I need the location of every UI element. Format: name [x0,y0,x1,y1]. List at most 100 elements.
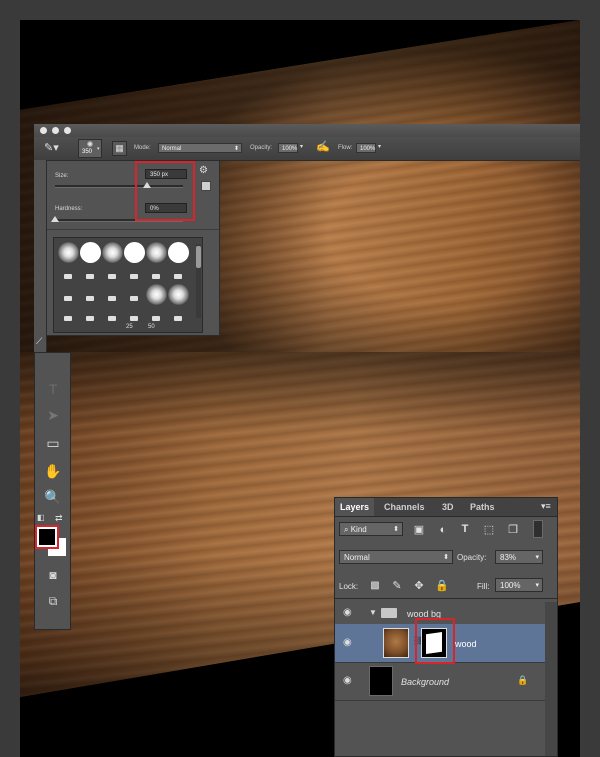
shape-filter-icon[interactable]: ⬚ [483,524,495,536]
opacity-value: 100% [282,146,298,152]
flow-field[interactable]: 100% [356,143,376,153]
blend-mode-value: Normal [344,553,370,562]
brush-preset-tip[interactable] [58,288,79,309]
visibility-eye-icon[interactable]: ◉ [343,676,355,686]
dropdown-arrows-icon: ⬍ [393,526,399,533]
opacity-field[interactable]: 100% [278,143,298,153]
brush-preset-soft-round[interactable] [168,284,189,305]
hardness-slider-thumb[interactable] [51,216,59,222]
lock-position-icon[interactable]: ✥ [413,580,425,592]
tab-layers[interactable]: Layers [335,498,375,516]
zoom-window-button[interactable] [64,127,71,134]
gear-icon[interactable]: ⚙ [199,165,208,176]
lock-all-icon[interactable]: 🔒 [435,580,449,592]
layer-row-wood[interactable]: ◉ ⛓ wood [335,618,545,664]
flow-slider-button[interactable]: ▾ [378,143,381,150]
adjustment-filter-icon[interactable]: ◐ [437,524,449,536]
zoom-tool-icon[interactable]: 🔍 [41,487,65,507]
brush-preset-soft-round[interactable] [146,284,167,305]
presets-scrollbar-thumb[interactable] [196,246,201,268]
layer-opacity-field[interactable]: 83% ▾ [495,550,543,564]
chevron-down-icon: ▾ [535,554,539,561]
pixel-filter-icon[interactable]: ▣ [413,524,425,536]
divider [47,229,219,230]
brush-preset-soft-round[interactable] [146,242,167,263]
layer-row-background[interactable]: ◉ Background 🔒 [335,662,545,701]
size-hardness-highlight [135,161,195,221]
expand-triangle-icon[interactable]: ▼ [369,608,377,617]
type-filter-icon[interactable]: T [459,523,471,535]
photoshop-window: ✎▾ 350 ▾ ▦ Mode: Normal ⬍ Opacity: 100% … [34,124,580,352]
opacity-slider-button[interactable]: ▾ [300,143,303,150]
rectangle-tool-icon[interactable]: ▭ [41,433,65,453]
tools-panel: T ➤ ▭ ✋ 🔍 ◧ ⇄ ◙ ⧉ [34,352,71,630]
layers-panel: Layers Channels 3D Paths ▾≡ ⌕ Kind ⬍ ▣ ◐… [334,497,558,757]
brush-preset-hard-round[interactable] [124,242,145,263]
layer-opacity-value: 83% [500,553,517,562]
lock-label: Lock: [339,582,359,591]
lock-image-pixels-icon[interactable]: ✎ [391,580,403,592]
path-selection-tool-icon[interactable]: ➤ [41,405,65,425]
brush-preset-tip[interactable] [58,308,79,329]
opacity-label: Opacity: [250,145,273,151]
visibility-eye-icon[interactable]: ◉ [343,608,355,618]
brush-preset-tip[interactable] [124,266,145,287]
chevron-down-icon: ▾ [535,582,539,589]
layer-thumbnail[interactable] [383,628,409,658]
swap-colors-icon[interactable]: ⇄ [55,513,63,524]
brush-preset-tip[interactable] [102,308,123,329]
dropdown-arrows-icon: ⬍ [443,554,449,561]
filter-kind-value: Kind [350,525,367,534]
brush-preset-hard-round[interactable] [168,242,189,263]
hand-tool-icon[interactable]: ✋ [41,461,65,481]
brush-preset-picker: Size: 350 px Hardness: 0% ⚙ 25 50 [46,160,220,336]
brush-preset-soft-round[interactable] [58,242,79,263]
layer-name: Background [401,677,450,687]
panel-menu-icon[interactable]: ▾≡ [541,501,551,512]
smart-object-filter-icon[interactable]: ❐ [507,524,519,536]
brush-preset-tip[interactable] [80,288,101,309]
hardness-label: Hardness: [55,206,83,212]
presets-scrollbar[interactable] [196,244,201,318]
options-bar: ✎▾ 350 ▾ ▦ Mode: Normal ⬍ Opacity: 100% … [34,137,580,161]
pressure-opacity-icon[interactable]: ✍ [316,140,331,155]
tab-channels[interactable]: Channels [379,498,430,516]
screen-mode-icon[interactable]: ⧉ [41,591,65,611]
minimize-window-button[interactable] [52,127,59,134]
mode-value: Normal [162,146,182,152]
layer-name: wood [455,639,477,649]
filter-toggle-switch[interactable] [533,520,543,538]
tab-3d[interactable]: 3D [437,498,459,516]
new-preset-icon[interactable] [201,181,211,191]
close-window-button[interactable] [40,127,47,134]
visibility-eye-icon[interactable]: ◉ [343,638,355,648]
layer-thumbnail[interactable] [369,666,393,696]
lock-icon: 🔒 [517,675,529,685]
brush-preset-tip[interactable] [58,266,79,287]
brush-tool-icon[interactable]: ✎▾ [44,141,64,156]
preset-size-number: 25 [126,324,133,330]
opacity-label: Opacity: [457,553,487,562]
brush-tool-icon[interactable]: ⟋ [36,336,42,347]
tab-paths[interactable]: Paths [465,498,500,516]
divider [335,598,557,599]
lock-transparent-pixels-icon[interactable]: ▩ [369,580,381,592]
brush-preset-tip[interactable] [80,308,101,329]
fill-field[interactable]: 100% ▾ [495,578,543,592]
brush-preset-tip[interactable] [168,308,189,329]
mode-dropdown[interactable]: Normal ⬍ [158,143,242,153]
brush-preset-picker-button[interactable]: 350 ▾ [78,139,102,158]
filter-kind-dropdown[interactable]: ⌕ Kind ⬍ [339,522,403,536]
brush-preset-soft-round[interactable] [102,242,123,263]
brush-preset-hard-round[interactable] [80,242,101,263]
brush-preset-tip[interactable] [102,288,123,309]
brush-preset-tip[interactable] [124,288,145,309]
quick-mask-icon[interactable]: ◙ [41,565,65,585]
blend-mode-dropdown[interactable]: Normal ⬍ [339,550,453,564]
default-colors-icon[interactable]: ◧ [37,513,45,522]
layers-scrollbar[interactable] [545,602,557,756]
brush-preset-tip[interactable] [80,266,101,287]
brush-preset-tip[interactable] [102,266,123,287]
toggle-brush-panel-icon[interactable]: ▦ [112,141,127,156]
text-tool-icon[interactable]: T [41,379,65,399]
